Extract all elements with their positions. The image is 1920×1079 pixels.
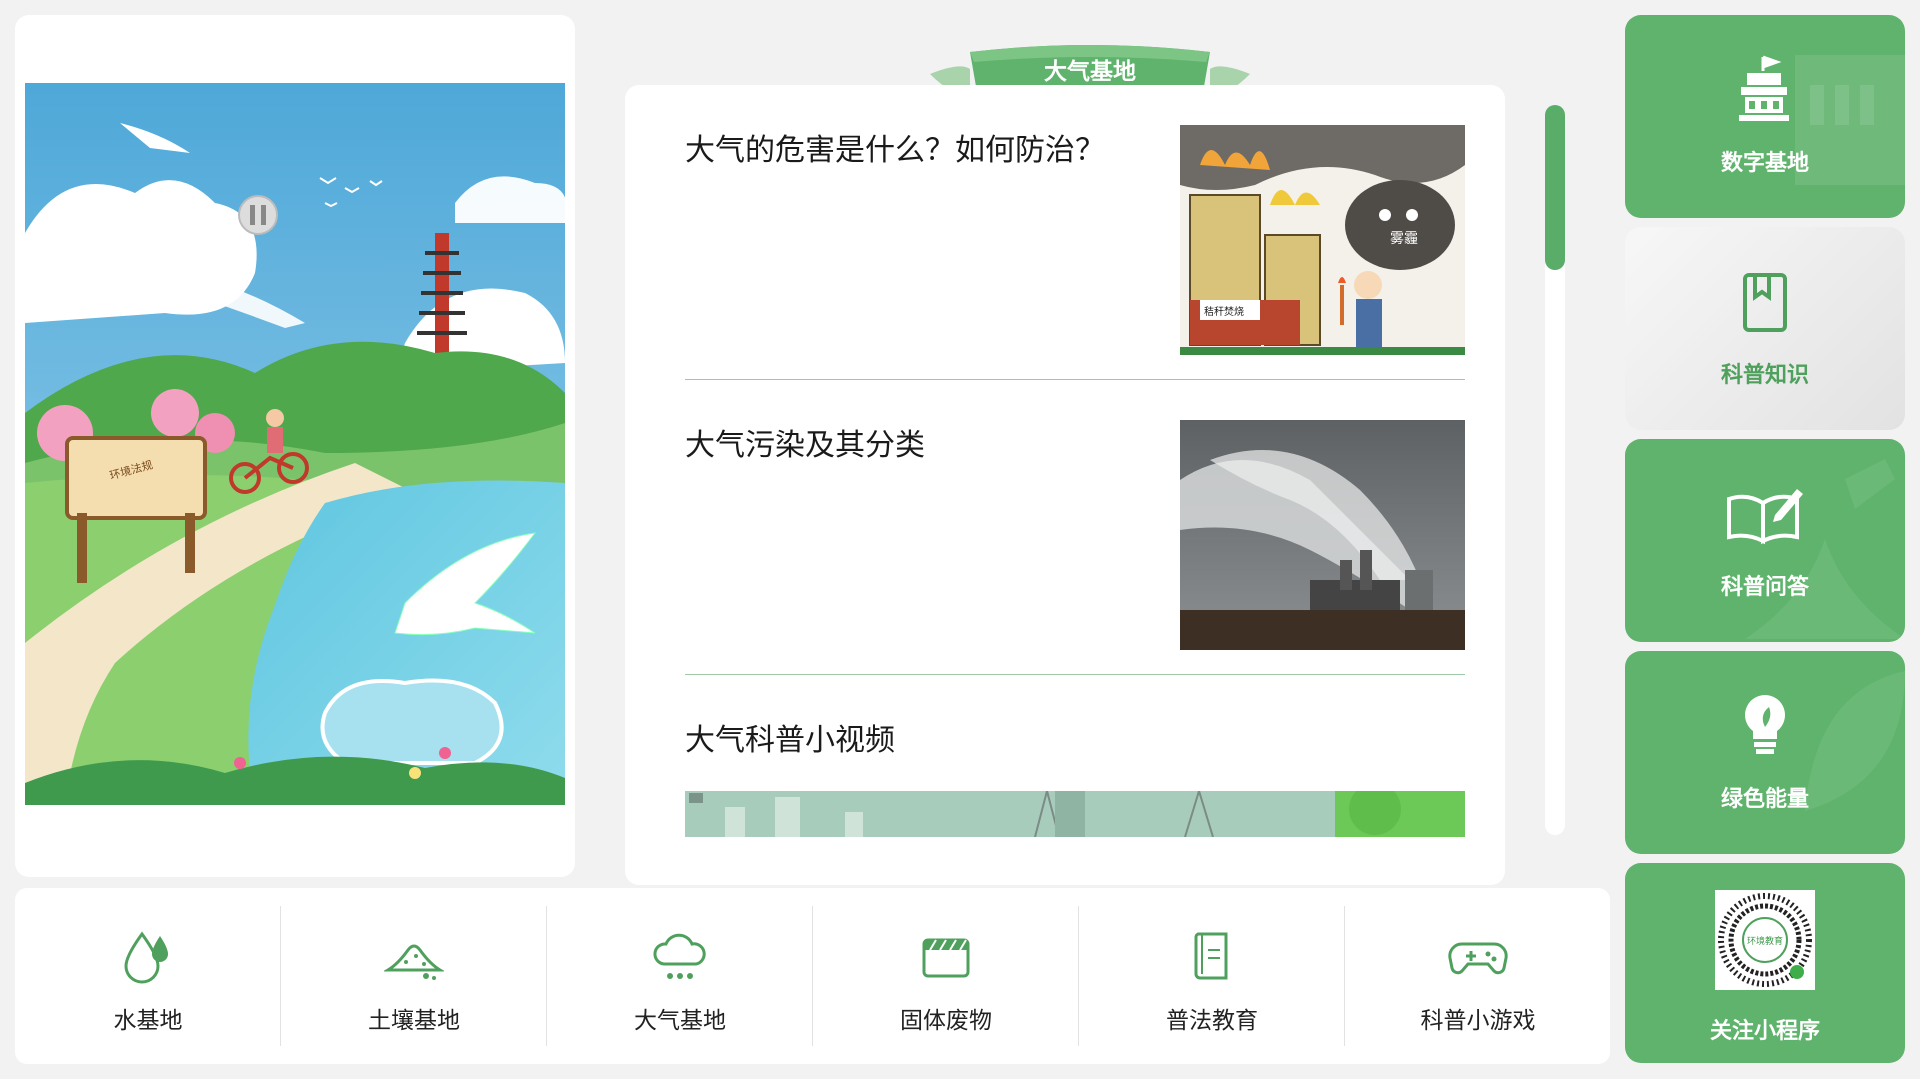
nav-label: 科普小游戏 [1420,1008,1536,1034]
nav-item-science-games[interactable]: 科普小游戏 [1345,906,1611,1046]
nav-label: 土壤基地 [368,1008,460,1034]
straw-burning-sign: 秸秆焚烧 [1204,305,1244,318]
sidebar-item-digital-base[interactable]: 数字基地 [1625,15,1905,218]
nav-item-air-base[interactable]: 大气基地 [547,906,813,1046]
article-title[interactable]: 大气污染及其分类 [685,420,925,464]
clapperboard-icon [922,938,970,978]
article-title[interactable]: 大气科普小视频 [685,715,895,759]
article-thumbnail-factory-smoke[interactable] [1180,420,1465,650]
qr-center-text: 环境教育 [1747,935,1783,947]
nav-label: 水基地 [113,1008,183,1034]
article-item[interactable]: 大气科普小视频 [685,675,1465,885]
smog-cloud-label: 雾霾 [1390,231,1418,247]
illustration-card: 环境法规 [15,15,575,877]
sidebar-item-label: 绿色能量 [1720,787,1809,812]
bottom-navigation: 水基地 土壤基地 大气基地 固体废物 普法教育 科普小游戏 [15,888,1610,1064]
article-thumbnail-straw-burning[interactable]: 雾霾 秸秆焚烧 [1180,125,1465,355]
mini-program-qr-code[interactable]: 环境教育 [1715,890,1815,990]
nav-label: 普法教育 [1166,1008,1258,1034]
nav-item-soil-base[interactable]: 土壤基地 [281,906,547,1046]
article-list-panel[interactable]: 大气的危害是什么？如何防治？ 雾霾 秸秆焚烧 大气污染及其分类 大气科普小视频 [625,85,1505,885]
cloud-icon [653,933,706,979]
sidebar-item-science-knowledge[interactable]: 科普知识 [1625,227,1905,430]
leaf-deco-icon [1805,671,1905,811]
open-book-pen-icon [1727,489,1803,545]
content-scrollbar[interactable] [1545,105,1565,835]
nav-label: 固体废物 [900,1008,992,1034]
lightbulb-leaf-icon [1745,695,1785,754]
sidebar-item-label: 数字基地 [1720,151,1809,176]
sidebar-item-label: 科普问答 [1720,575,1809,600]
article-item[interactable]: 大气污染及其分类 [685,380,1465,675]
soil-mound-icon [384,944,444,980]
government-building-icon [1739,55,1789,121]
scrollbar-thumb[interactable] [1545,105,1565,270]
video-thumbnail[interactable] [685,791,1465,837]
sidebar-item-green-energy[interactable]: 绿色能量 [1625,651,1905,854]
article-item[interactable]: 大气的危害是什么？如何防治？ 雾霾 秸秆焚烧 [685,85,1465,380]
sidebar-item-science-qa[interactable]: 科普问答 [1625,439,1905,642]
nav-label: 大气基地 [634,1008,726,1034]
nav-item-law-education[interactable]: 普法教育 [1079,906,1345,1046]
law-book-icon [1194,932,1228,980]
water-drop-icon [124,931,168,984]
sidebar-item-label: 科普知识 [1720,363,1809,388]
nav-item-solid-waste[interactable]: 固体废物 [813,906,1079,1046]
nav-item-water-base[interactable]: 水基地 [15,906,281,1046]
follow-mini-program-label: 关注小程序 [1709,1019,1820,1044]
follow-mini-program-card[interactable]: 环境教育 关注小程序 [1625,863,1905,1063]
bookmark-book-icon [1743,273,1787,332]
gamepad-icon [1448,942,1508,975]
landscape-illustration: 环境法规 [25,83,565,805]
article-title[interactable]: 大气的危害是什么？如何防治？ [685,125,1105,169]
